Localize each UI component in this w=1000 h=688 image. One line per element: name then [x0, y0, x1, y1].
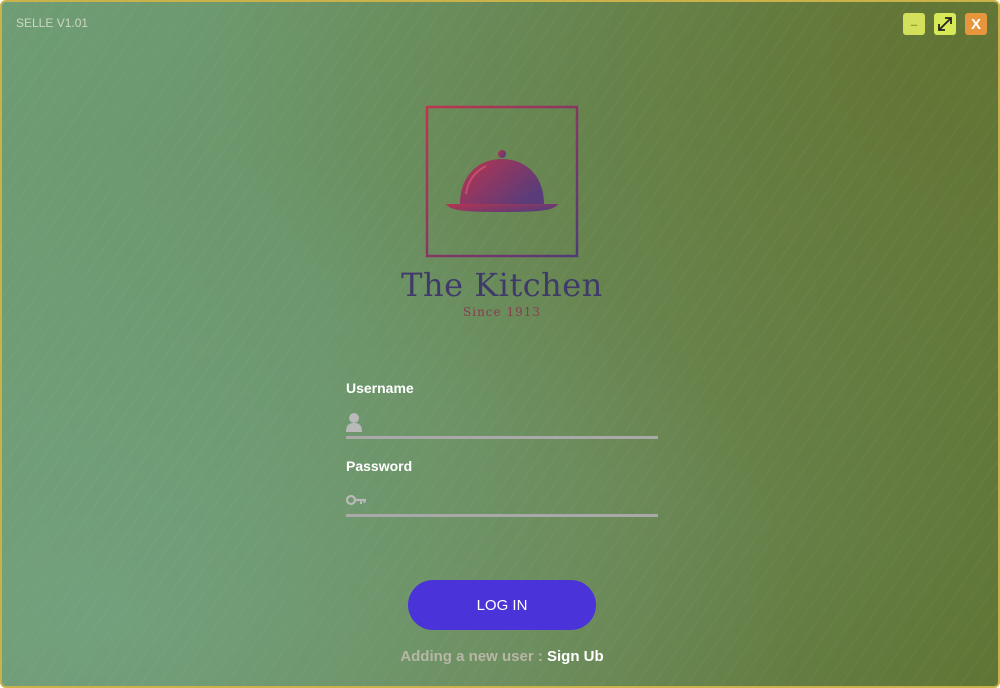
close-button[interactable]: X — [965, 13, 987, 35]
minimize-label: – — [910, 16, 918, 32]
username-field[interactable] — [346, 407, 658, 439]
close-label: X — [970, 15, 981, 33]
expand-arrows-icon — [938, 17, 952, 31]
signup-row: Adding a new user : Sign Ub — [352, 648, 652, 665]
login-window: SELLE V1.01 – X The Kitchen Since 1913 U… — [0, 0, 1000, 688]
app-title: SELLE V1.01 — [16, 16, 89, 30]
signup-prefix: Adding a new user : — [400, 648, 547, 665]
minimize-button[interactable]: – — [903, 13, 925, 35]
password-input[interactable] — [372, 489, 656, 515]
password-label: Password — [346, 458, 413, 474]
signup-link[interactable]: Sign Ub — [547, 648, 604, 665]
brand-since: Since 1913 — [463, 305, 541, 319]
maximize-button[interactable] — [934, 13, 956, 35]
username-label: Username — [346, 380, 414, 396]
key-icon — [346, 494, 366, 506]
brand-name: The Kitchen — [401, 266, 603, 304]
password-field[interactable] — [346, 485, 658, 517]
login-button[interactable]: LOG IN — [408, 580, 596, 630]
user-icon — [346, 413, 362, 432]
login-button-label: LOG IN — [476, 596, 528, 614]
username-input[interactable] — [372, 411, 656, 437]
